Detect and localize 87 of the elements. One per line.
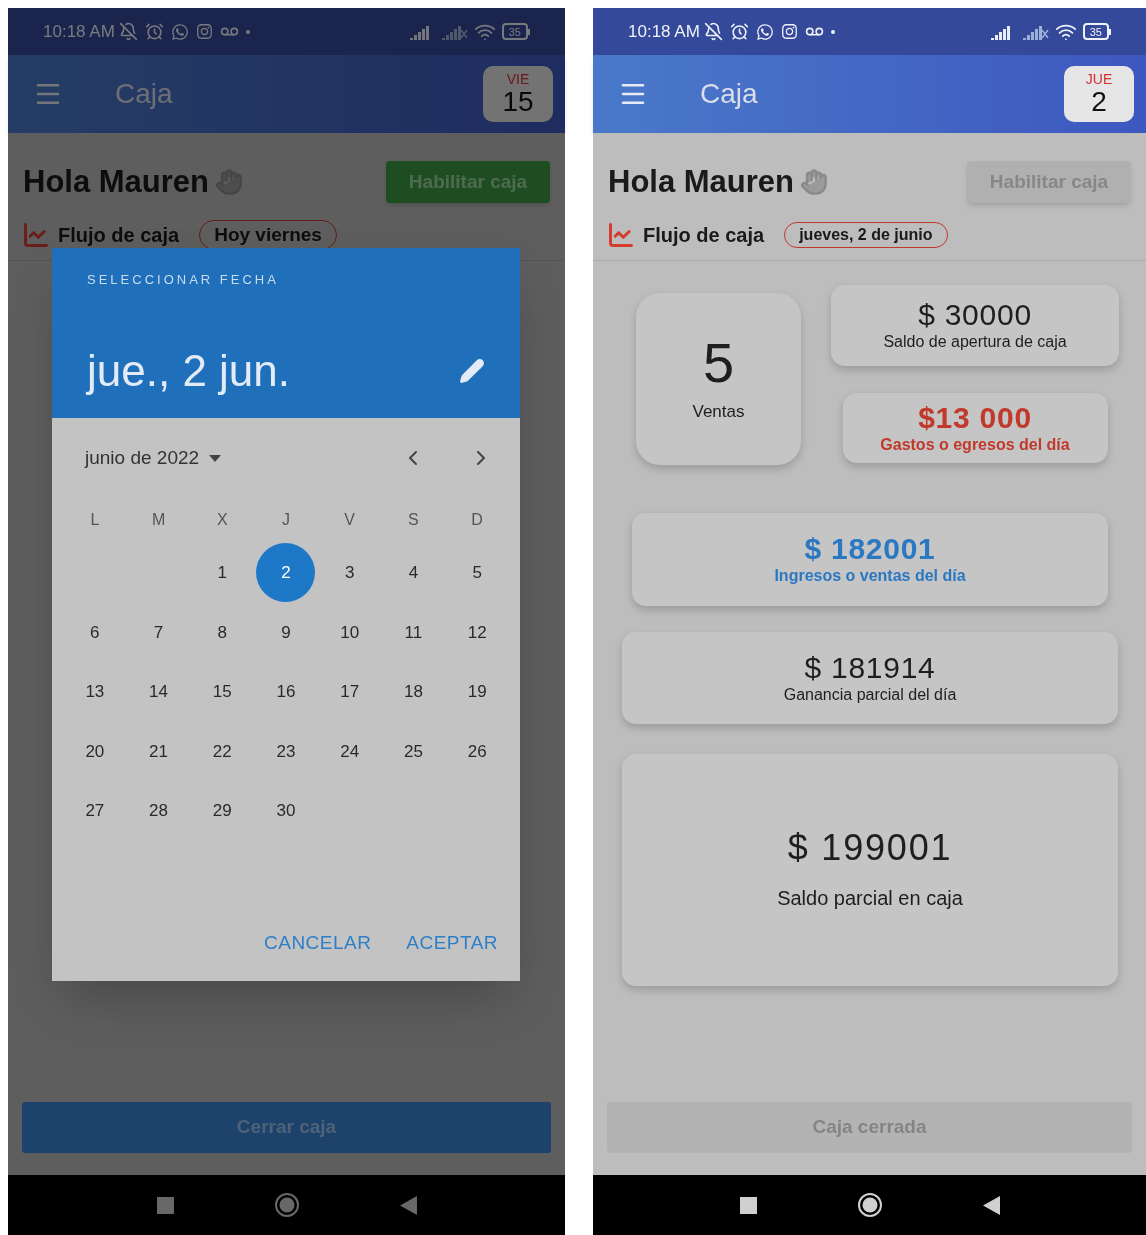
badge-day: 15	[502, 87, 534, 117]
badge-weekday: VIE	[506, 71, 530, 87]
dot-icon	[245, 29, 250, 34]
weekday-header: S	[407, 510, 420, 530]
calendar-day[interactable]: 24	[320, 721, 380, 781]
calendar-day[interactable]: 23	[256, 721, 316, 781]
chart-icon	[607, 220, 635, 249]
chat-icon	[170, 22, 189, 41]
battery-icon: 35	[501, 23, 530, 40]
dot-icon	[830, 29, 835, 34]
alarm-icon	[144, 22, 164, 41]
bell-off-icon	[703, 22, 723, 41]
app-title: Caja	[700, 77, 758, 111]
back-icon[interactable]	[982, 1195, 1000, 1215]
stat-label: Saldo parcial en caja	[777, 885, 963, 911]
stat-label: Ventas	[692, 400, 745, 423]
calendar-day[interactable]: 18	[383, 662, 443, 722]
calendar-day[interactable]: 7	[129, 602, 189, 662]
calendar-day[interactable]: 28	[129, 781, 189, 841]
calendar-day[interactable]: 12	[447, 602, 507, 662]
no-signal-icon	[1022, 23, 1049, 40]
recent-apps-icon[interactable]	[739, 1196, 757, 1214]
waving-hand-icon	[215, 168, 244, 197]
stat-label: Gastos o egresos del día	[880, 434, 1070, 455]
calendar-day[interactable]: 14	[129, 662, 189, 722]
weekday-header: V	[343, 510, 357, 530]
weekday-header: D	[470, 510, 484, 530]
badge-day: 2	[1091, 87, 1107, 117]
calendar-day[interactable]: 13	[65, 662, 125, 722]
calendar-day[interactable]: 8	[192, 602, 252, 662]
stat-label: Ingresos o ventas del día	[774, 566, 966, 586]
calendar-day[interactable]: 1	[192, 543, 252, 603]
stat-value: $ 181914	[804, 650, 936, 685]
calendar-day[interactable]: 21	[129, 721, 189, 781]
calendar-day[interactable]: 15	[192, 662, 252, 722]
alarm-icon	[729, 22, 749, 41]
calendar-day[interactable]: 22	[192, 721, 252, 781]
battery-icon: 35	[1082, 23, 1111, 40]
app-title: Caja	[115, 77, 173, 111]
greeting: Hola Mauren	[23, 163, 210, 201]
calendar-day[interactable]: 5	[447, 543, 507, 603]
calendar-day[interactable]: 4	[383, 543, 443, 603]
no-signal-icon	[441, 23, 468, 40]
weekday-header: M	[150, 510, 167, 530]
selected-date: jue., 2 jun.	[87, 345, 291, 397]
stat-value: $ 199001	[787, 826, 953, 869]
calendar-day[interactable]: 20	[65, 721, 125, 781]
camera-icon	[195, 23, 213, 40]
calendar-day[interactable]: 26	[447, 721, 507, 781]
calendar-day[interactable]: 25	[383, 721, 443, 781]
month-selector[interactable]: junio de 2022	[85, 443, 222, 473]
stat-label: Saldo de apertura de caja	[883, 332, 1067, 352]
weekday-header: J	[281, 510, 291, 530]
weekday-header: L	[89, 510, 101, 530]
section-title: Flujo de caja	[643, 222, 765, 248]
section-title: Flujo de caja	[58, 222, 180, 248]
greeting: Hola Mauren	[608, 163, 795, 201]
calendar-day[interactable]: 9	[256, 602, 316, 662]
home-icon[interactable]	[856, 1192, 883, 1218]
calendar-day[interactable]: 29	[192, 781, 252, 841]
calendar-day[interactable]: 17	[320, 662, 380, 722]
calendar-day[interactable]: 30	[256, 781, 316, 841]
badge-weekday: JUE	[1085, 71, 1113, 87]
calendar-day[interactable]: 16	[256, 662, 316, 722]
stat-value: $13 000	[918, 400, 1032, 435]
calendar-day[interactable]: 2	[256, 543, 316, 603]
dialog-heading: SELECCIONAR FECHA	[87, 271, 280, 289]
calendar-day[interactable]: 19	[447, 662, 507, 722]
edit-button[interactable]	[459, 358, 485, 384]
chart-icon	[22, 220, 50, 249]
chat-icon	[755, 22, 774, 41]
stat-label: Ganancia parcial del día	[783, 684, 957, 705]
status-time: 10:18 AM	[43, 20, 115, 43]
camera-icon	[780, 23, 798, 40]
stat-value: $ 182001	[804, 532, 936, 566]
caret-icon	[209, 454, 222, 462]
stat-value: 5	[702, 332, 735, 393]
bell-off-icon	[118, 22, 138, 41]
stat-value: $ 30000	[918, 298, 1032, 332]
weekday-header: X	[215, 510, 229, 530]
calendar-day[interactable]: 11	[383, 602, 443, 662]
calendar-day[interactable]: 10	[320, 602, 380, 662]
calendar-day[interactable]: 3	[320, 543, 380, 603]
waving-hand-icon	[800, 168, 829, 197]
status-time: 10:18 AM	[628, 20, 700, 43]
calendar-day[interactable]: 27	[65, 781, 125, 841]
calendar-day[interactable]: 6	[65, 602, 125, 662]
